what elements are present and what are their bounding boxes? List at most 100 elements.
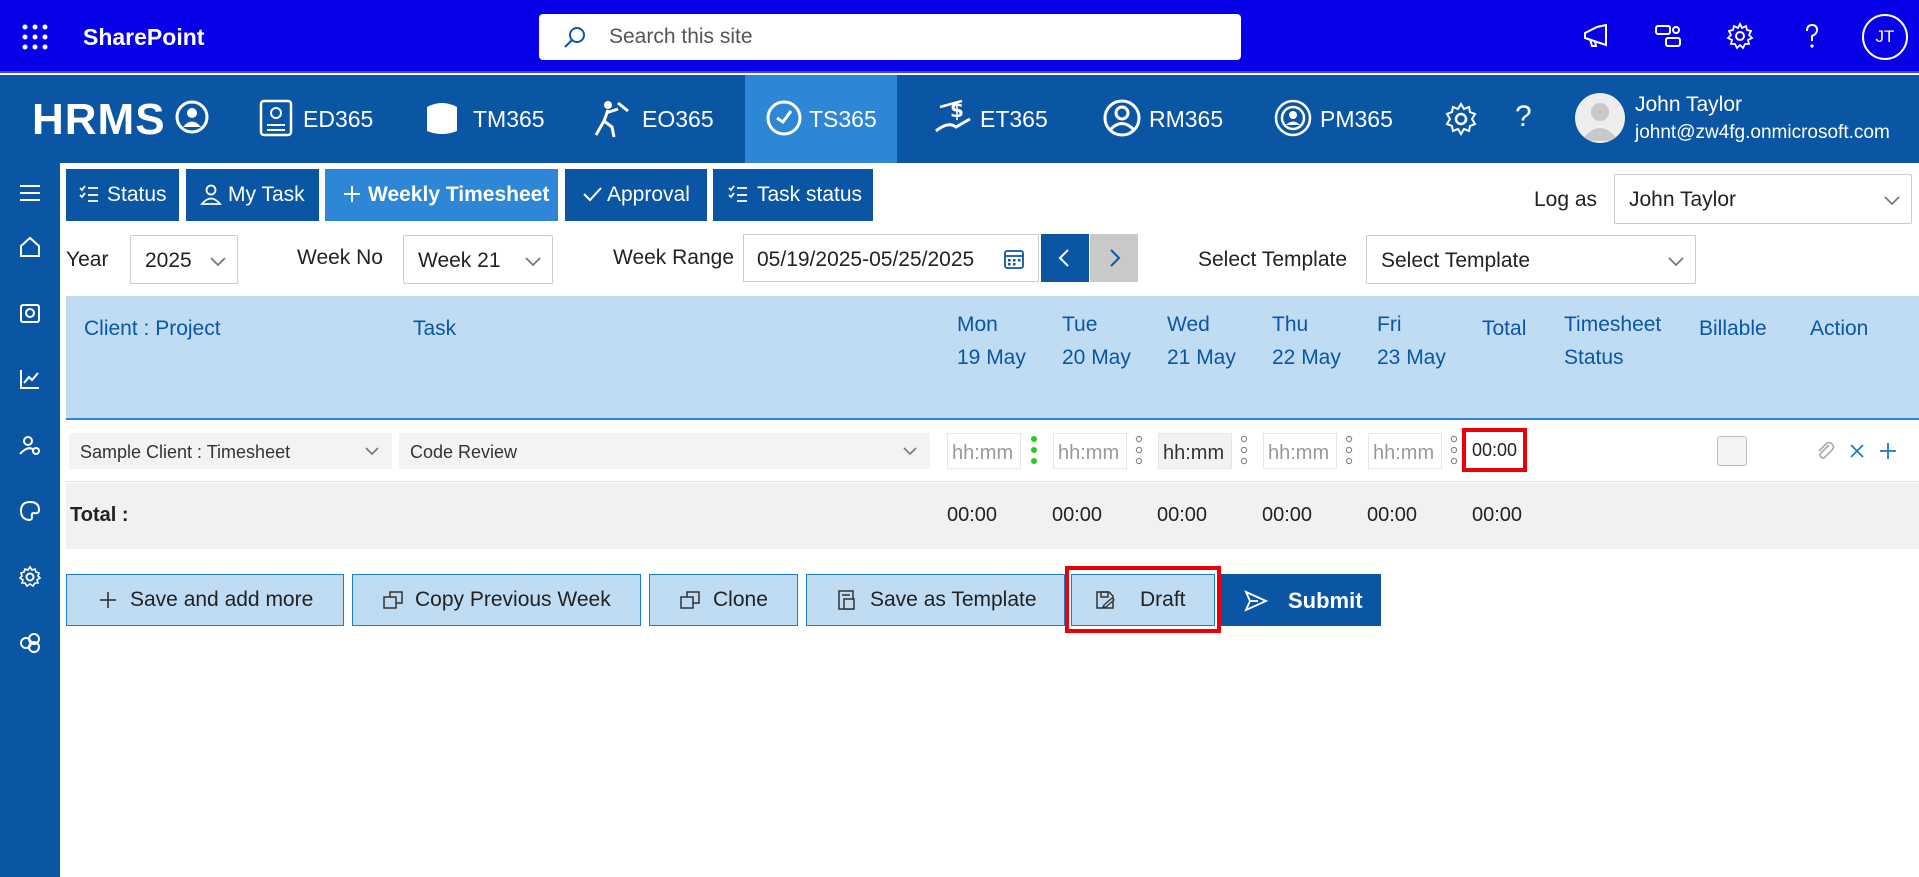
- save-as-template-button[interactable]: Save as Template: [806, 574, 1065, 626]
- hours-placeholder: hh:mm: [1163, 442, 1225, 464]
- send-icon: [1244, 590, 1268, 612]
- button-label: Save and add more: [130, 588, 314, 611]
- clone-button[interactable]: Clone: [649, 574, 798, 626]
- account-avatar[interactable]: JT: [1862, 14, 1908, 60]
- template-select[interactable]: Select Template: [1366, 235, 1696, 284]
- analytics-icon[interactable]: [18, 367, 42, 391]
- fri-hours-input[interactable]: hh:mm: [1368, 433, 1442, 469]
- module-ts365[interactable]: TS365: [745, 75, 897, 163]
- performance-icon: [1274, 99, 1312, 137]
- wed-more-options-icon[interactable]: [1240, 434, 1248, 466]
- gear-icon[interactable]: [18, 565, 42, 589]
- hrms-logo-person-icon: [175, 100, 209, 134]
- tue-total: 00:00: [1052, 504, 1103, 526]
- hrms-settings-icon[interactable]: [1444, 102, 1478, 136]
- tab-label: Approval: [607, 183, 690, 206]
- module-tm365[interactable]: TM365: [413, 75, 553, 163]
- expense-icon: $: [935, 98, 971, 133]
- person-icon: [200, 184, 222, 205]
- add-row-icon[interactable]: [1877, 440, 1899, 462]
- next-week-button[interactable]: [1090, 234, 1138, 282]
- mon-total: 00:00: [947, 504, 998, 526]
- home-icon[interactable]: [18, 235, 42, 259]
- module-eo365[interactable]: EO365: [582, 75, 722, 163]
- select-template-label: Select Template: [1198, 248, 1348, 271]
- dashboard-icon[interactable]: [18, 301, 42, 325]
- column-header-total: Total: [1482, 317, 1527, 340]
- integrations-icon[interactable]: [18, 631, 42, 655]
- module-ed365[interactable]: ED365: [243, 75, 373, 163]
- week-range-field[interactable]: 05/19/2025-05/25/2025: [743, 234, 1039, 282]
- client-project-value: Sample Client : Timesheet: [80, 442, 291, 462]
- grand-total: 00:00: [1472, 504, 1523, 526]
- year-label: Year: [66, 248, 109, 271]
- module-pm365[interactable]: PM365: [1268, 75, 1408, 163]
- megaphone-icon[interactable]: [1582, 22, 1610, 50]
- column-header-mon-date: 19 May: [957, 346, 1026, 369]
- tab-my-task[interactable]: My Task: [186, 169, 319, 221]
- map-icon: [427, 103, 457, 134]
- user-email: johnt@zw4fg.onmicrosoft.com: [1635, 122, 1890, 143]
- wed-hours-input[interactable]: hh:mm: [1158, 433, 1232, 469]
- copy-previous-week-button[interactable]: Copy Previous Week: [352, 574, 641, 626]
- thu-hours-input[interactable]: hh:mm: [1263, 433, 1337, 469]
- module-rm365[interactable]: RM365: [1097, 75, 1237, 163]
- template-value: Select Template: [1381, 249, 1531, 272]
- tue-hours-input[interactable]: hh:mm: [1053, 433, 1127, 469]
- calendar-icon[interactable]: [1002, 247, 1026, 271]
- mon-status-dots-icon[interactable]: [1030, 434, 1038, 466]
- palette-icon[interactable]: [18, 499, 42, 523]
- connections-icon[interactable]: [1654, 22, 1682, 50]
- settings-gear-icon[interactable]: [1726, 22, 1754, 50]
- week-range-label: Week Range: [613, 246, 735, 269]
- column-header-client-project: Client : Project: [84, 317, 221, 340]
- row-total-value: 00:00: [1462, 428, 1527, 472]
- column-header-tue-day: Tue: [1062, 313, 1098, 336]
- id-badge-icon: [259, 99, 293, 137]
- user-settings-icon[interactable]: [18, 433, 42, 457]
- clock-icon: [766, 100, 802, 136]
- previous-week-button[interactable]: [1041, 234, 1089, 282]
- tab-status[interactable]: Status: [66, 169, 179, 221]
- column-header-wed-date: 21 May: [1167, 346, 1236, 369]
- column-header-tue-date: 20 May: [1062, 346, 1131, 369]
- hrms-logo[interactable]: HRMS: [32, 95, 166, 145]
- client-project-select[interactable]: Sample Client : Timesheet: [69, 433, 392, 469]
- sharepoint-title[interactable]: SharePoint: [83, 24, 204, 51]
- tue-more-options-icon[interactable]: [1135, 434, 1143, 466]
- chevron-down-icon: [365, 447, 379, 456]
- thu-more-options-icon[interactable]: [1345, 434, 1353, 466]
- save-and-add-more-button[interactable]: Save and add more: [66, 574, 344, 626]
- checklist-icon: [79, 185, 98, 202]
- fri-more-options-icon[interactable]: [1450, 434, 1458, 466]
- log-as-label: Log as: [1534, 188, 1598, 211]
- delete-row-icon[interactable]: [1846, 440, 1868, 462]
- tab-weekly-timesheet[interactable]: Weekly Timesheet: [325, 169, 558, 221]
- year-select[interactable]: 2025: [130, 235, 238, 284]
- search-input[interactable]: [609, 22, 1209, 52]
- help-icon[interactable]: [1798, 22, 1826, 50]
- tab-task-status[interactable]: Task status: [713, 169, 873, 221]
- hamburger-menu-icon[interactable]: [18, 181, 42, 205]
- default-avatar-icon: [1581, 103, 1619, 141]
- button-label: Clone: [713, 588, 768, 611]
- hrms-help-icon[interactable]: ?: [1515, 100, 1532, 134]
- user-avatar[interactable]: [1575, 93, 1625, 143]
- log-as-select[interactable]: John Taylor: [1614, 174, 1912, 224]
- thu-total: 00:00: [1262, 504, 1313, 526]
- hrms-navigation-bar: HRMS ED365 TM365 EO365 TS365 $ ET365 RM3…: [0, 75, 1919, 163]
- module-et365[interactable]: $ ET365: [928, 75, 1068, 163]
- billable-checkbox[interactable]: [1717, 436, 1747, 466]
- tab-label: Weekly Timesheet: [368, 183, 550, 206]
- hours-placeholder: hh:mm: [1373, 442, 1435, 464]
- attachment-icon[interactable]: [1814, 440, 1836, 462]
- app-launcher-icon[interactable]: [22, 24, 48, 50]
- copy-icon: [383, 591, 403, 609]
- tab-approval[interactable]: Approval: [565, 169, 707, 221]
- tab-label: Status: [107, 183, 167, 206]
- site-search-box[interactable]: [539, 14, 1241, 60]
- week-no-select[interactable]: Week 21: [403, 235, 553, 284]
- mon-hours-input[interactable]: hh:mm: [947, 433, 1021, 469]
- task-select[interactable]: Code Review: [399, 433, 930, 469]
- submit-button[interactable]: Submit: [1221, 574, 1381, 626]
